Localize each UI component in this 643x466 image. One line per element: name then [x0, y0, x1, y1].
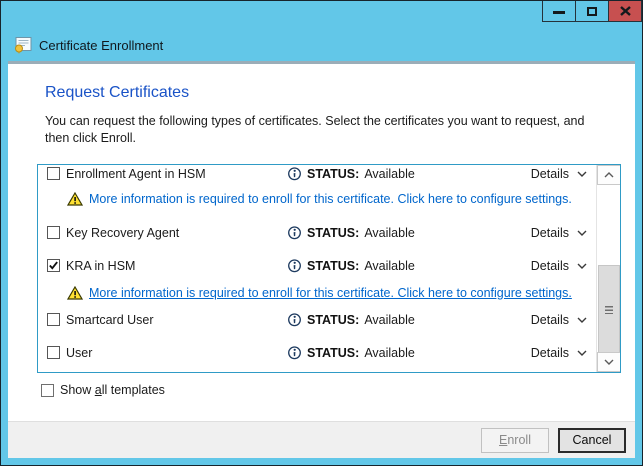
chevron-down-icon — [577, 263, 587, 269]
chevron-down-icon — [577, 230, 587, 236]
certificate-checkbox[interactable] — [47, 346, 60, 359]
scroll-down-button[interactable] — [597, 352, 621, 372]
details-label: Details — [531, 226, 569, 240]
cancel-button[interactable]: Cancel — [558, 428, 626, 453]
page-description: You can request the following types of c… — [45, 113, 602, 147]
certificate-checkbox[interactable] — [47, 313, 60, 326]
show-all-templates-label[interactable]: Show all templates — [60, 383, 165, 397]
status-value: Available — [364, 346, 415, 360]
page-title: Request Certificates — [45, 84, 189, 102]
template-row-kra-in-hsm: KRA in HSM STATUS: Available Details — [39, 258, 597, 274]
status-label: STATUS: — [307, 226, 359, 240]
window-controls — [543, 1, 642, 22]
status-label: STATUS: — [307, 167, 359, 181]
minimize-button[interactable] — [542, 1, 576, 22]
titlebar-shadow — [8, 61, 635, 64]
template-row-enrollment-agent-in-hsm: Enrollment Agent in HSM STATUS: Availabl… — [39, 166, 597, 182]
warning-icon — [67, 192, 83, 206]
template-name: Enrollment Agent in HSM — [66, 167, 206, 181]
dialog-body: Request Certificates You can request the… — [8, 61, 635, 458]
dialog-footer: Enroll Cancel — [8, 421, 635, 458]
chevron-down-icon — [577, 171, 587, 177]
scroll-up-button[interactable] — [597, 165, 621, 185]
template-name: Key Recovery Agent — [66, 226, 179, 240]
status-group: STATUS: Available — [287, 258, 415, 273]
scrollbar-grip-icon — [605, 306, 613, 314]
chevron-down-icon — [577, 317, 587, 323]
close-button[interactable] — [608, 1, 642, 22]
info-icon — [287, 312, 302, 327]
status-group: STATUS: Available — [287, 312, 415, 327]
status-group: STATUS: Available — [287, 225, 415, 240]
window-title: Certificate Enrollment — [39, 38, 163, 53]
titlebar[interactable]: Certificate Enrollment — [1, 1, 642, 61]
show-all-templates: Show all templates — [41, 383, 165, 397]
configure-settings-link[interactable]: More information is required to enroll f… — [89, 192, 572, 206]
status-label: STATUS: — [307, 259, 359, 273]
details-expander[interactable]: Details — [531, 259, 587, 273]
template-name: KRA in HSM — [66, 259, 135, 273]
certificate-checkbox[interactable] — [47, 167, 60, 180]
maximize-icon — [587, 7, 597, 16]
certificate-template-list: Enrollment Agent in HSM STATUS: Availabl… — [37, 164, 621, 373]
minimize-icon — [553, 11, 565, 14]
details-label: Details — [531, 313, 569, 327]
warning-icon — [67, 286, 83, 300]
certificate-checkbox[interactable] — [47, 226, 60, 239]
status-value: Available — [364, 167, 415, 181]
status-value: Available — [364, 226, 415, 240]
scrollbar-thumb[interactable] — [598, 265, 620, 354]
template-row-user: User STATUS: Available Details — [39, 345, 597, 361]
certificate-icon — [14, 37, 32, 54]
status-group: STATUS: Available — [287, 345, 415, 360]
close-icon — [620, 6, 631, 16]
details-label: Details — [531, 167, 569, 181]
status-group: STATUS: Available — [287, 166, 415, 181]
info-icon — [287, 258, 302, 273]
status-value: Available — [364, 259, 415, 273]
details-label: Details — [531, 346, 569, 360]
info-icon — [287, 225, 302, 240]
details-label: Details — [531, 259, 569, 273]
details-expander[interactable]: Details — [531, 167, 587, 181]
status-label: STATUS: — [307, 346, 359, 360]
details-expander[interactable]: Details — [531, 313, 587, 327]
chevron-up-icon — [604, 172, 614, 178]
show-all-templates-checkbox[interactable] — [41, 384, 54, 397]
details-expander[interactable]: Details — [531, 346, 587, 360]
info-icon — [287, 166, 302, 181]
template-row-key-recovery-agent: Key Recovery Agent STATUS: Available Det… — [39, 225, 597, 241]
status-value: Available — [364, 313, 415, 327]
certificate-enrollment-window: Certificate Enrollment Request Certifica… — [0, 0, 643, 466]
vertical-scrollbar[interactable] — [596, 165, 620, 372]
template-row-smartcard-user: Smartcard User STATUS: Available Details — [39, 312, 597, 328]
chevron-down-icon — [577, 350, 587, 356]
template-name: User — [66, 346, 92, 360]
certificate-checkbox[interactable] — [47, 259, 60, 272]
configure-settings-link[interactable]: More information is required to enroll f… — [89, 286, 572, 300]
enroll-button[interactable]: Enroll — [481, 428, 549, 453]
maximize-button[interactable] — [575, 1, 609, 22]
chevron-down-icon — [604, 359, 614, 365]
details-expander[interactable]: Details — [531, 226, 587, 240]
status-label: STATUS: — [307, 313, 359, 327]
info-icon — [287, 345, 302, 360]
template-name: Smartcard User — [66, 313, 154, 327]
